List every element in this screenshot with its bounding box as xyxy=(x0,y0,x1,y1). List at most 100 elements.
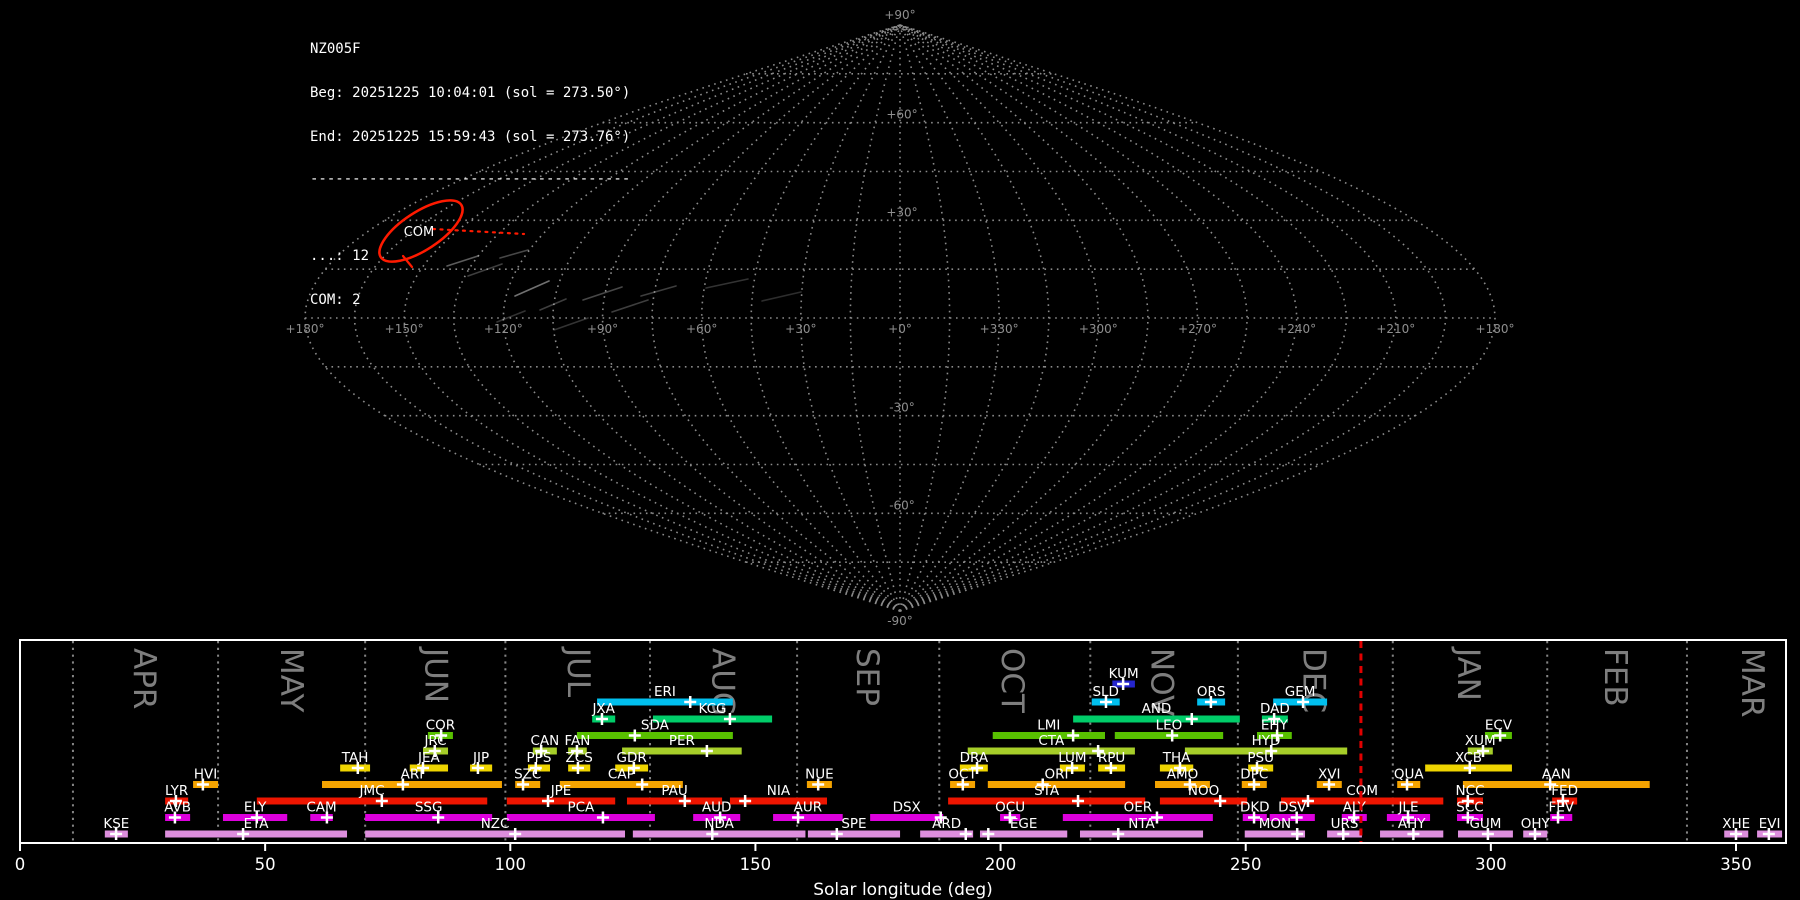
month-label: JUN xyxy=(418,646,454,703)
x-axis: 0 50 100 150 200 250 300 350 Solar longitude (de… xyxy=(15,843,1752,900)
map-meridian xyxy=(899,24,1248,612)
shower-label-OER: OER xyxy=(1124,800,1153,816)
month-label: SEP xyxy=(849,648,885,706)
shower-label-JXA: JXA xyxy=(591,701,615,717)
shower-label-FEV: FEV xyxy=(1548,800,1574,816)
lat-label: -30° xyxy=(889,401,915,415)
shower-label-AUD: AUD xyxy=(702,800,732,816)
lon-label: +180° xyxy=(1476,322,1515,336)
shower-label-PER: PER xyxy=(669,733,695,749)
shower-label-FED: FED xyxy=(1551,783,1578,799)
shower-label-NTA: NTA xyxy=(1128,816,1155,832)
shower-count: COM: 2 xyxy=(310,291,361,308)
lon-label: +240° xyxy=(1277,322,1316,336)
station-id: NZ005F xyxy=(310,41,361,58)
shower-label-SDA: SDA xyxy=(641,718,670,734)
month-label: OCT xyxy=(994,648,1030,714)
shower-label-GUM: GUM xyxy=(1469,816,1501,832)
month-label: JAN xyxy=(1450,646,1486,701)
shower-label-LMI: LMI xyxy=(1037,718,1060,734)
shower-bars: KUMERI SLD ORS GEMJXA KCG AND DADCOR SDA LMI LEO E… xyxy=(103,666,1783,840)
shower-label-DSV: DSV xyxy=(1278,800,1307,816)
shower-label-AAN: AAN xyxy=(1542,767,1571,783)
lat-label: +60° xyxy=(886,108,917,122)
header-info: NZ005F Beg: 20251225 10:04:01 (sol = 273… xyxy=(310,13,630,336)
map-meridian xyxy=(750,24,901,612)
shower-label-EGE: EGE xyxy=(1010,816,1038,832)
shower-label-MON: MON xyxy=(1259,816,1291,832)
x-tick-label: 100 xyxy=(495,855,527,874)
meteor-radiant-report: +90° -90° +60° +30° -30° -60° +180° +150° +120° +… xyxy=(0,0,1800,900)
shower-label-AHY: AHY xyxy=(1398,816,1426,832)
x-tick-label: 350 xyxy=(1720,855,1752,874)
lat-label: +30° xyxy=(886,205,917,219)
meteor-streak xyxy=(761,291,802,302)
shower-label-THA: THA xyxy=(1162,750,1191,766)
sporadic-count: ...: 12 xyxy=(310,247,370,264)
shower-label-NCC: NCC xyxy=(1456,783,1485,799)
map-meridian xyxy=(651,24,901,612)
shower-label-NDA: NDA xyxy=(704,816,734,832)
month-label: JUL xyxy=(560,646,596,698)
begin-time: Beg: 20251225 10:04:01 (sol = 273.50°) xyxy=(310,84,631,101)
peak-marker-AND xyxy=(1185,713,1198,725)
shower-label-GEM: GEM xyxy=(1285,684,1316,700)
shower-label-SCC: SCC xyxy=(1456,800,1483,816)
shower-label-ETA: ETA xyxy=(244,816,270,832)
month-label: APR xyxy=(126,648,162,709)
shower-label-CAP: CAP xyxy=(608,767,635,783)
shower-label-CAN: CAN xyxy=(530,733,559,749)
shower-label-SZC: SZC xyxy=(514,767,541,783)
shower-label-ELY: ELY xyxy=(244,800,267,816)
meteor-streak xyxy=(705,278,749,289)
peak-marker-CAP xyxy=(636,778,649,791)
shower-label-ORI: ORI xyxy=(1044,767,1068,783)
meteor-streak xyxy=(640,285,677,297)
x-tick-label: 300 xyxy=(1475,855,1507,874)
map-meridian xyxy=(899,24,1149,612)
month-label: MAY xyxy=(273,648,309,713)
peak-marker-PCA xyxy=(596,811,609,824)
shower-label-DSX: DSX xyxy=(893,800,921,816)
shower-label-JEA: JEA xyxy=(417,750,441,766)
peak-marker-NIA xyxy=(739,795,752,807)
map-meridian xyxy=(899,24,1298,612)
shower-label-STA: STA xyxy=(1034,783,1060,799)
shower-label-PCA: PCA xyxy=(567,800,595,816)
shower-label-SPE: SPE xyxy=(841,816,866,832)
lon-label: +210° xyxy=(1376,322,1415,336)
pole-label-north: +90° xyxy=(884,8,915,22)
shower-label-TAH: TAH xyxy=(341,750,369,766)
shower-label-DRA: DRA xyxy=(960,750,989,766)
lon-label: +60° xyxy=(686,322,717,336)
shower-label-JIP: JIP xyxy=(472,750,489,766)
lon-label: +0° xyxy=(888,322,912,336)
shower-label-ERI: ERI xyxy=(654,684,676,700)
map-meridian xyxy=(899,24,1397,612)
lon-label: +300° xyxy=(1079,322,1118,336)
shower-label-CTA: CTA xyxy=(1038,733,1065,749)
shower-label-AVB: AVB xyxy=(164,800,191,816)
shower-label-AMO: AMO xyxy=(1167,767,1199,783)
x-tick-label: 200 xyxy=(985,855,1017,874)
shower-label-PSU: PSU xyxy=(1247,750,1274,766)
lat-label: -60° xyxy=(889,498,915,512)
shower-label-PPS: PPS xyxy=(527,750,552,766)
peak-marker-MON xyxy=(1291,828,1304,840)
lon-label: +270° xyxy=(1178,322,1217,336)
shower-label-GDR: GDR xyxy=(617,750,647,766)
shower-label-NOO: NOO xyxy=(1188,783,1219,799)
lon-label: +330° xyxy=(980,322,1019,336)
peak-marker-PER xyxy=(700,745,713,757)
peak-marker-EGE xyxy=(982,828,995,840)
shower-label-HVI: HVI xyxy=(194,767,217,783)
header-separator: -------------------------------------- xyxy=(310,170,631,187)
shower-label-KCG: KCG xyxy=(699,701,727,717)
report-canvas: +90°-90°+60°+30°-30°-60°+180° +150° +120° +… xyxy=(15,8,1787,900)
timeline-plot: APR MAY JUN JUL AUG SEP OCT NOV DEC JAN FEB MARKUME… xyxy=(15,639,1787,900)
month-label: FEB xyxy=(1597,648,1633,707)
x-tick-label: 250 xyxy=(1230,855,1262,874)
shower-label-ARD: ARD xyxy=(932,816,961,832)
lon-label: +30° xyxy=(785,322,816,336)
shower-label-JPE: JPE xyxy=(550,783,572,799)
